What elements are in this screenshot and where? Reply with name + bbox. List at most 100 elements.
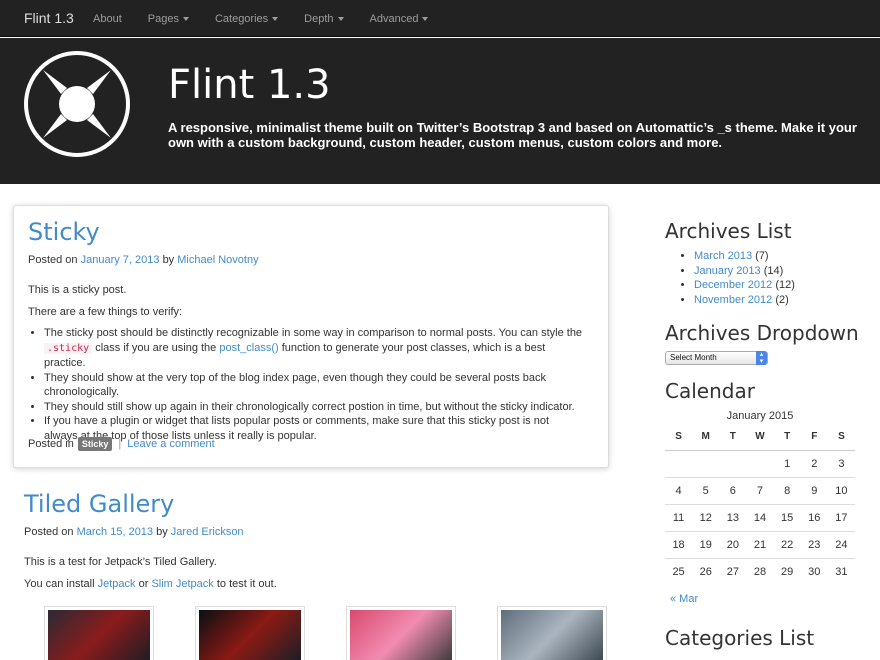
archive-count: (2) bbox=[775, 293, 789, 306]
calendar-day: 22 bbox=[773, 530, 801, 558]
paragraph-text: to test it out. bbox=[216, 578, 277, 590]
post-paragraph: This is a test for Jetpack’s Tiled Galle… bbox=[24, 556, 217, 568]
calendar-day: 17 bbox=[827, 503, 855, 531]
posted-on-label: Posted on bbox=[24, 526, 74, 538]
nav-label: Advanced bbox=[369, 12, 419, 25]
weekday-header: W bbox=[746, 423, 774, 451]
category-badge[interactable]: Sticky bbox=[77, 437, 113, 451]
archive-link[interactable]: December 2012 bbox=[694, 279, 772, 291]
calendar-day: 20 bbox=[719, 530, 747, 558]
calendar-day: 1 bbox=[773, 449, 801, 477]
gallery-item[interactable] bbox=[346, 606, 456, 660]
post-title-sticky[interactable]: Sticky bbox=[28, 218, 100, 246]
bullet-text: The sticky post should be distinctly rec… bbox=[44, 327, 583, 339]
calendar-day: 26 bbox=[692, 557, 720, 585]
nav-menu: About Pages Categories Depth Advanced bbox=[80, 0, 441, 37]
nav-label: Categories bbox=[214, 12, 269, 25]
weekday-header: T bbox=[773, 423, 801, 451]
calendar-day: 27 bbox=[719, 557, 747, 585]
list-item: The sticky post should be distinctly rec… bbox=[44, 326, 584, 371]
separator: | bbox=[118, 438, 122, 450]
archive-count: (12) bbox=[775, 279, 795, 291]
weekday-header: S bbox=[665, 423, 693, 451]
calendar-day: 11 bbox=[665, 503, 693, 531]
posted-in-label: Posted in bbox=[28, 438, 74, 450]
post-meta: Posted on January 7, 2013 by Michael Nov… bbox=[28, 254, 259, 266]
caret-down-icon bbox=[422, 16, 429, 21]
post-date-link[interactable]: March 15, 2013 bbox=[77, 526, 153, 538]
archive-link[interactable]: November 2012 bbox=[694, 294, 772, 306]
caret-down-icon bbox=[337, 16, 344, 21]
archive-link[interactable]: March 2013 bbox=[694, 250, 752, 262]
calendar-day: 4 bbox=[665, 476, 693, 504]
caret-down-icon bbox=[182, 16, 189, 21]
nav-item-advanced[interactable]: Advanced bbox=[357, 0, 442, 37]
list-item: December 2012 (12) bbox=[694, 278, 795, 293]
archives-month-select[interactable]: Select Month ▴ ▾ bbox=[665, 351, 768, 365]
calendar-body: 1 2 3 4 5 6 7 8 9 10 11 12 13 14 15 16 17 18 19 20 21 22 23 24 2… bbox=[665, 449, 855, 585]
calendar-empty-cell bbox=[692, 449, 720, 477]
gallery-item[interactable] bbox=[497, 606, 607, 660]
post-author-link[interactable]: Michael Novotny bbox=[177, 254, 258, 266]
slim-jetpack-link[interactable]: Slim Jetpack bbox=[151, 578, 213, 590]
list-item: March 2013 (7) bbox=[694, 249, 795, 264]
gallery-item[interactable] bbox=[44, 606, 154, 660]
nav-item-pages[interactable]: Pages bbox=[135, 0, 202, 37]
calendar-day: 24 bbox=[827, 530, 855, 558]
weekday-header: M bbox=[692, 423, 720, 451]
leave-comment-link[interactable]: Leave a comment bbox=[127, 438, 214, 450]
site-logo-icon[interactable] bbox=[23, 50, 131, 158]
nav-item-about[interactable]: About bbox=[80, 0, 135, 37]
site-header: Flint 1.3 A responsive, minimalist theme… bbox=[0, 38, 880, 184]
weekday-header: T bbox=[719, 423, 747, 451]
calendar-week-row: 18 19 20 21 22 23 24 bbox=[665, 530, 855, 558]
jetpack-link[interactable]: Jetpack bbox=[98, 578, 136, 590]
calendar-day: 7 bbox=[746, 476, 774, 504]
post-title-tiled-gallery[interactable]: Tiled Gallery bbox=[24, 490, 174, 518]
post-author-link[interactable]: Jared Erickson bbox=[171, 526, 244, 538]
calendar-day: 5 bbox=[692, 476, 720, 504]
calendar-prev-link[interactable]: « Mar bbox=[670, 593, 698, 605]
navbar-brand[interactable]: Flint 1.3 bbox=[24, 10, 74, 26]
calendar-day: 28 bbox=[746, 557, 774, 585]
calendar-table: S M T W T F S 1 2 3 4 5 6 7 8 9 10 11 12 13 14 15 16 17 1… bbox=[665, 423, 855, 585]
calendar-day: 13 bbox=[719, 503, 747, 531]
gallery-item[interactable] bbox=[195, 606, 305, 660]
archive-link[interactable]: January 2013 bbox=[694, 265, 761, 277]
nav-label: About bbox=[93, 12, 122, 25]
calendar-day: 9 bbox=[800, 476, 828, 504]
categories-list-heading: Categories List bbox=[665, 626, 815, 650]
calendar-day: 23 bbox=[800, 530, 828, 558]
calendar-week-row: 123 bbox=[665, 449, 855, 477]
nav-label: Pages bbox=[147, 12, 179, 25]
nav-item-categories[interactable]: Categories bbox=[202, 0, 291, 37]
by-label: by bbox=[162, 254, 175, 266]
list-item: January 2013 (14) bbox=[694, 264, 795, 279]
calendar-day: 30 bbox=[800, 557, 828, 585]
calendar-empty-cell bbox=[665, 449, 693, 477]
archives-dropdown-heading: Archives Dropdown bbox=[665, 321, 859, 345]
post-meta: Posted on March 15, 2013 by Jared Ericks… bbox=[24, 526, 244, 538]
archives-list-heading: Archives List bbox=[665, 219, 792, 243]
calendar-week-row: 11 12 13 14 15 16 17 bbox=[665, 503, 855, 531]
nav-item-depth[interactable]: Depth bbox=[291, 0, 356, 37]
calendar-day: 21 bbox=[746, 530, 774, 558]
post-paragraph: You can install Jetpack or Slim Jetpack … bbox=[24, 578, 277, 590]
weekday-header: S bbox=[827, 423, 855, 451]
post-date-link[interactable]: January 7, 2013 bbox=[81, 254, 160, 266]
select-value: Select Month bbox=[670, 353, 717, 362]
calendar-caption: January 2015 bbox=[726, 410, 794, 422]
city-street-thumb bbox=[501, 610, 603, 660]
inline-code: .sticky bbox=[44, 342, 93, 354]
caret-down-icon bbox=[272, 16, 279, 21]
list-item: They should still show up again in their… bbox=[44, 400, 584, 415]
site-title[interactable]: Flint 1.3 bbox=[168, 62, 331, 108]
nav-label: Depth bbox=[304, 12, 334, 25]
calendar-day: 12 bbox=[692, 503, 720, 531]
paragraph-text: You can install bbox=[24, 578, 95, 590]
calendar-empty-cell bbox=[746, 449, 774, 477]
calendar-day: 14 bbox=[746, 503, 774, 531]
superman-thumb bbox=[199, 610, 301, 660]
posted-on-label: Posted on bbox=[28, 254, 78, 266]
post-class-link[interactable]: post_class() bbox=[219, 342, 278, 354]
